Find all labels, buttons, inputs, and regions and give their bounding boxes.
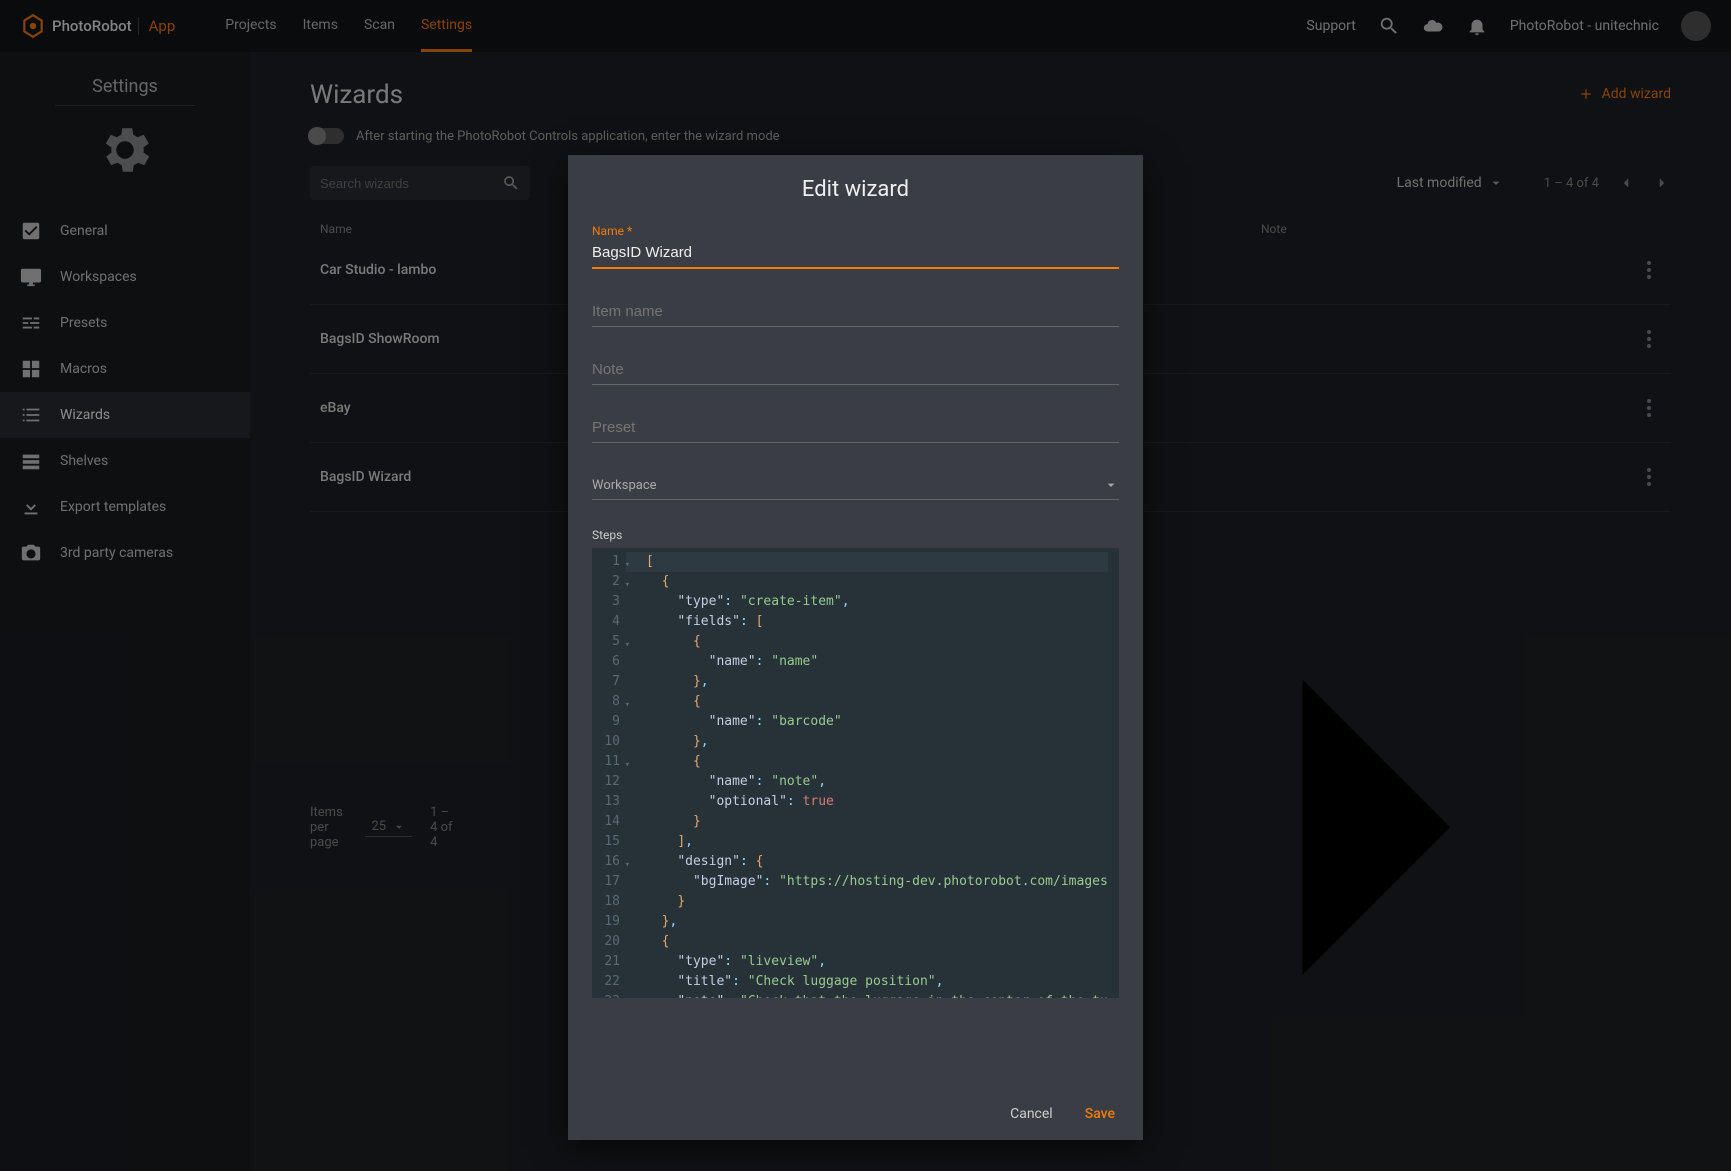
steps-label: Steps <box>592 528 1119 542</box>
name-input[interactable] <box>592 238 1119 269</box>
save-button[interactable]: Save <box>1085 1106 1115 1122</box>
workspace-select[interactable]: Workspace <box>592 471 1119 500</box>
edit-wizard-modal: Edit wizard Name * Workspace Steps 1▾2▾3… <box>568 155 1143 1140</box>
item-name-input[interactable] <box>592 297 1119 327</box>
steps-code-editor[interactable]: 1▾2▾345▾678▾91011▾1213141516▾17181920212… <box>592 548 1119 998</box>
preset-input[interactable] <box>592 413 1119 443</box>
note-input[interactable] <box>592 355 1119 385</box>
workspace-label: Workspace <box>592 478 657 493</box>
modal-title: Edit wizard <box>568 155 1143 224</box>
modal-actions: Cancel Save <box>568 1088 1143 1140</box>
name-label: Name * <box>592 224 1119 238</box>
chevron-down-icon <box>1103 477 1119 493</box>
cancel-button[interactable]: Cancel <box>1010 1106 1053 1122</box>
